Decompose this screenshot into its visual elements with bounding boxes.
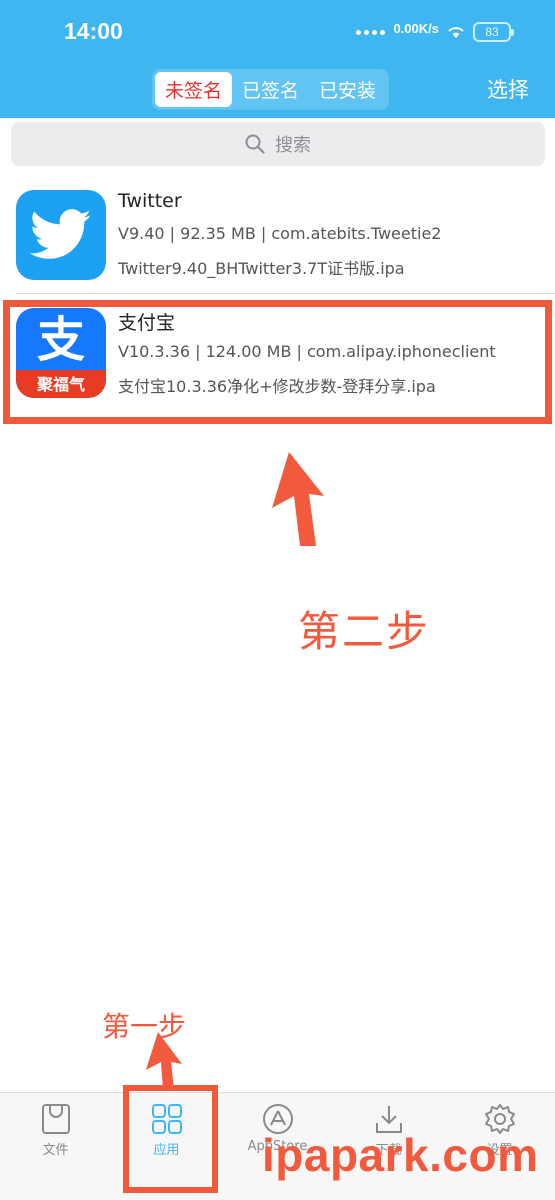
app-header: 14:00 0.00K/s 83 未签名 已签名 已安装 选择 bbox=[0, 0, 555, 118]
tab-unsigned[interactable]: 未签名 bbox=[155, 72, 233, 107]
app-file: Twitter9.40_BHTwitter3.7T证书版.ipa bbox=[118, 259, 405, 278]
sign-status-tabs: 未签名 已签名 已安装 bbox=[152, 69, 390, 110]
arrow-up-icon bbox=[272, 452, 324, 546]
search-input[interactable]: 搜索 bbox=[11, 122, 545, 166]
tab-highlight-box bbox=[123, 1085, 218, 1193]
app-name: Twitter bbox=[118, 190, 182, 212]
twitter-bird-icon bbox=[16, 190, 106, 280]
status-indicators: 0.00K/s 83 bbox=[356, 20, 514, 42]
tab-signed[interactable]: 已签名 bbox=[232, 72, 309, 107]
search-icon bbox=[245, 134, 265, 154]
select-button[interactable]: 选择 bbox=[487, 74, 529, 104]
arrow-up-icon bbox=[146, 1032, 182, 1090]
watermark: ipapark.com bbox=[262, 1129, 539, 1181]
highlight-box bbox=[3, 300, 552, 424]
list-item[interactable]: Twitter V9.40 | 92.35 MB | com.atebits.T… bbox=[0, 176, 555, 292]
battery-indicator: 83 bbox=[473, 22, 514, 42]
step2-label: 第二步 bbox=[298, 607, 431, 656]
file-icon bbox=[41, 1104, 70, 1134]
wifi-icon bbox=[448, 27, 464, 38]
search-placeholder: 搜索 bbox=[275, 135, 311, 156]
tab-installed[interactable]: 已安装 bbox=[309, 72, 386, 107]
tab-files[interactable]: 文件 bbox=[0, 1093, 111, 1173]
net-speed: 0.00K/s bbox=[393, 20, 439, 36]
status-time: 14:00 bbox=[64, 18, 123, 44]
tab-label: 文件 bbox=[42, 1143, 69, 1158]
signal-icon bbox=[356, 29, 386, 35]
app-meta: V9.40 | 92.35 MB | com.atebits.Tweetie2 bbox=[118, 224, 442, 243]
